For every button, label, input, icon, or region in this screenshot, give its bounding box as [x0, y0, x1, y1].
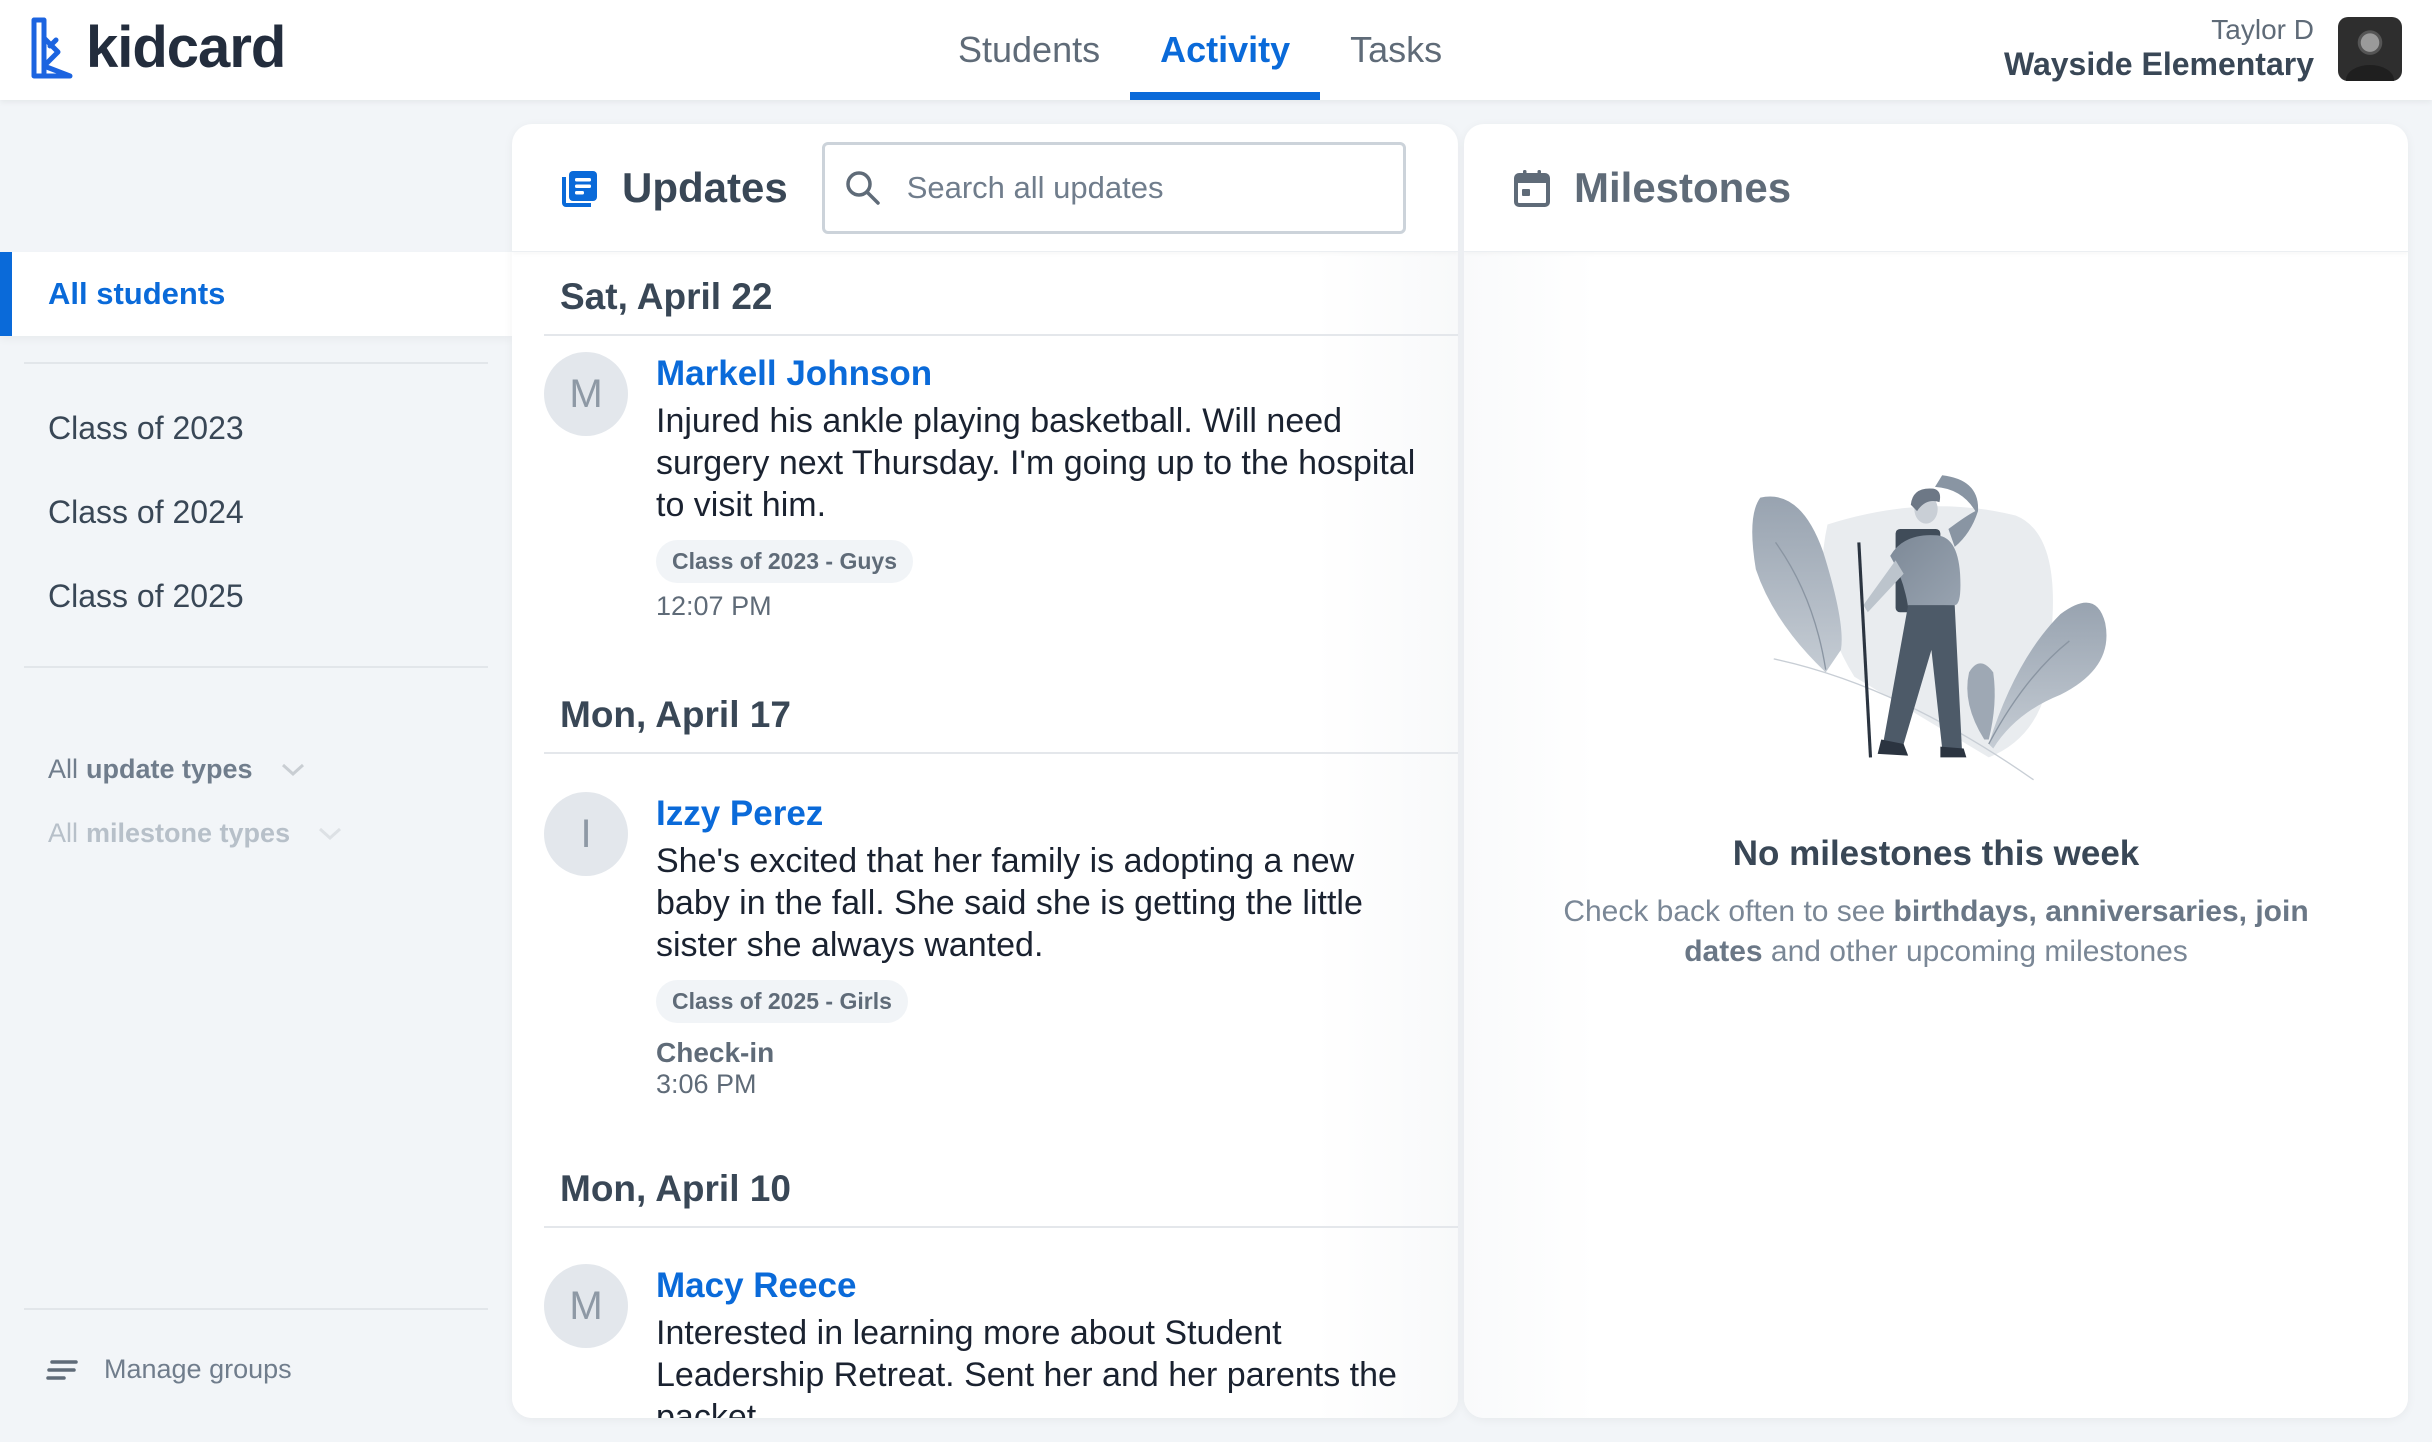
hiker-illustration: [1752, 475, 2107, 781]
chevron-down-icon: [319, 827, 342, 840]
update-body: Markell Johnson Injured his ankle playin…: [656, 352, 1418, 622]
milestone-types-label-bold: milestone types: [86, 818, 291, 848]
sidebar-item-all-students[interactable]: All students: [0, 252, 512, 336]
day-header: Mon, April 17: [560, 694, 791, 735]
search-input[interactable]: [906, 169, 1387, 206]
milestone-types-label-light: All: [48, 818, 79, 848]
update-types-label-bold: update types: [86, 754, 253, 784]
update-text: Injured his ankle playing basketball. Wi…: [656, 402, 1416, 524]
day-header: Mon, April 10: [560, 1168, 791, 1209]
group-chip[interactable]: Class of 2025 - Girls: [656, 980, 908, 1023]
update-body: Macy Reece Interested in learning more a…: [656, 1264, 1418, 1418]
manage-groups-button[interactable]: Manage groups: [46, 1354, 292, 1385]
sidebar-divider: [24, 362, 488, 364]
student-name-link[interactable]: Macy Reece: [656, 1264, 1418, 1308]
kidcard-logo[interactable]: kidcard: [30, 14, 286, 81]
sidebar-item-class-2023[interactable]: Class of 2023: [48, 410, 244, 447]
day-divider: [544, 334, 1458, 336]
day-divider: [544, 752, 1458, 754]
logo-text: kidcard: [86, 15, 286, 80]
search-box[interactable]: [821, 141, 1406, 234]
update-type: Check-in: [656, 1037, 775, 1068]
user-avatar[interactable]: [2338, 16, 2402, 81]
kidcard-logo-icon: [31, 17, 73, 78]
updates-list-icon: [562, 170, 597, 207]
student-avatar[interactable]: M: [544, 1264, 628, 1348]
chevron-down-icon: [281, 763, 304, 776]
update-text: Interested in learning more about Studen…: [656, 1314, 1397, 1418]
updates-header: Updates: [512, 124, 1458, 252]
student-name-link[interactable]: Markell Johnson: [656, 352, 1418, 396]
milestones-title: Milestones: [1574, 163, 1792, 211]
updates-title: Updates: [622, 163, 788, 211]
user-info: Taylor D Wayside Elementary: [2004, 14, 2314, 83]
updates-feed[interactable]: Sat, April 22 M Markell Johnson Injured …: [512, 252, 1458, 1418]
updates-panel: Updates Sat, April 22 M Markell Johnson …: [512, 124, 1458, 1418]
calendar-icon: [1514, 169, 1550, 207]
student-name-link[interactable]: Izzy Perez: [656, 792, 1418, 836]
user-name: Taylor D: [2211, 14, 2314, 45]
empty-desc-prefix: Check back often to see: [1563, 895, 1894, 928]
top-nav-bar: kidcard Students Activity Tasks Taylor D…: [0, 0, 2432, 100]
list-lines-icon: [46, 1359, 78, 1380]
manage-groups-label: Manage groups: [104, 1354, 292, 1384]
sidebar-divider: [24, 666, 488, 668]
search-icon: [845, 170, 880, 205]
tab-activity[interactable]: Activity: [1130, 0, 1321, 100]
day-divider: [544, 1226, 1458, 1228]
milestone-types-dropdown[interactable]: All milestone types: [48, 818, 342, 849]
update-time: 12:07 PM: [656, 591, 772, 621]
student-avatar[interactable]: I: [544, 792, 628, 876]
sidebar-item-class-2024[interactable]: Class of 2024: [48, 494, 244, 531]
user-school: Wayside Elementary: [2003, 46, 2314, 82]
user-menu[interactable]: Taylor D Wayside Elementary: [2004, 14, 2402, 83]
sidebar-item-class-2025[interactable]: Class of 2025: [48, 578, 244, 615]
update-types-label-light: All: [48, 754, 79, 784]
main-tabs: Students Activity Tasks: [928, 0, 1472, 100]
milestones-empty-state: No milestones this week Check back often…: [1464, 252, 2408, 1418]
milestones-header: Milestones: [1464, 124, 2408, 252]
update-time: 3:06 PM: [656, 1069, 757, 1099]
tab-students[interactable]: Students: [928, 0, 1130, 100]
empty-state-title: No milestones this week: [1732, 834, 2140, 873]
day-header: Sat, April 22: [560, 276, 773, 317]
update-body: Izzy Perez She's excited that her family…: [656, 792, 1418, 1100]
group-chip[interactable]: Class of 2023 - Guys: [656, 540, 913, 583]
sidebar: All students Class of 2023 Class of 2024…: [0, 100, 512, 1442]
tab-tasks[interactable]: Tasks: [1320, 0, 1472, 100]
empty-state-description: Check back often to see birthdays, anniv…: [1544, 892, 2328, 972]
update-types-dropdown[interactable]: All update types: [48, 754, 305, 785]
sidebar-divider: [24, 1308, 488, 1310]
student-avatar[interactable]: M: [544, 352, 628, 436]
update-text: She's excited that her family is adoptin…: [656, 842, 1363, 964]
milestones-panel: Milestones No milestones this week Check…: [1464, 124, 2408, 1418]
empty-desc-suffix: and other upcoming milestones: [1762, 935, 2188, 968]
